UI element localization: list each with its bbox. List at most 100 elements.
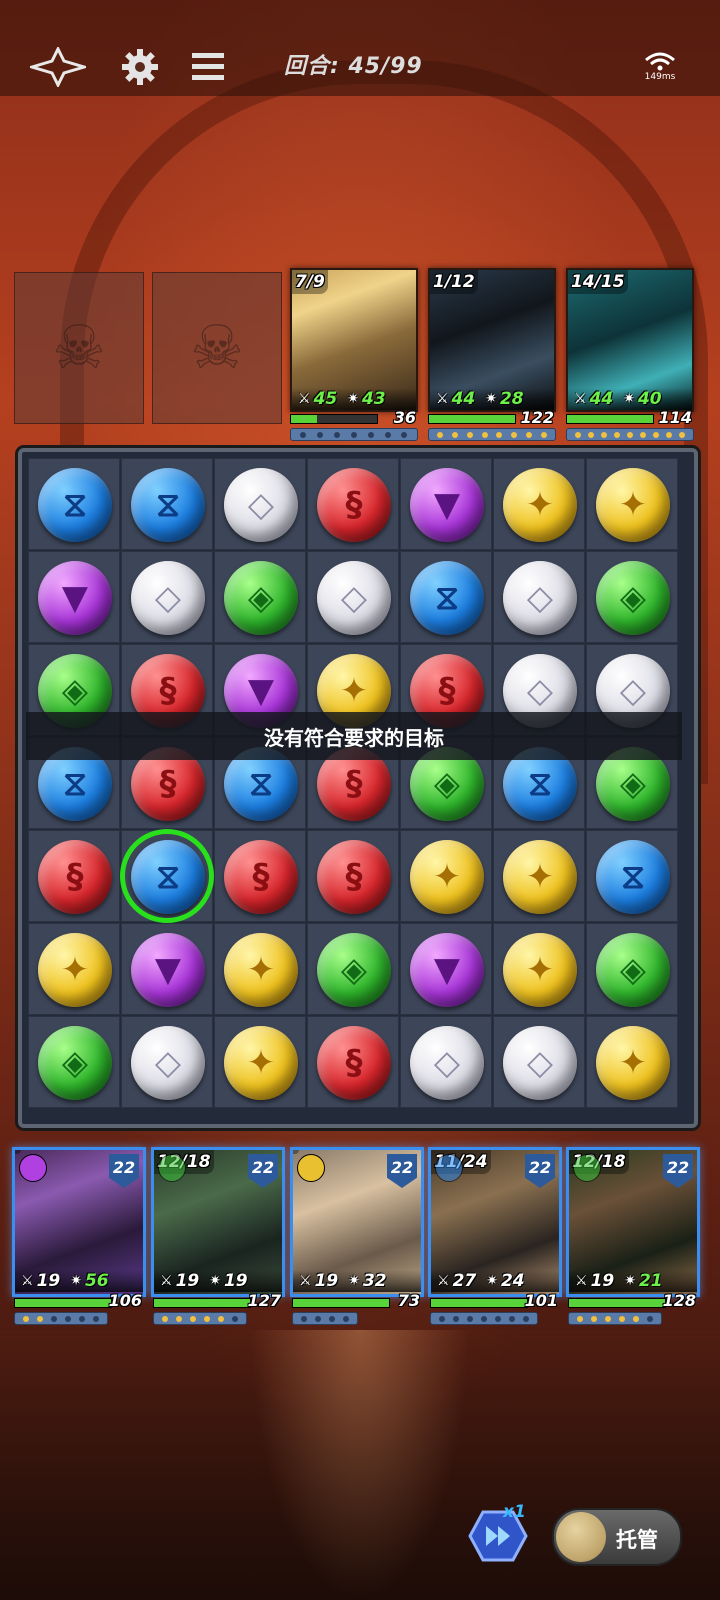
red-orb[interactable]: § (224, 840, 298, 914)
enemy-card[interactable]: 7/9 ⚔ 45 ✷ 43 (290, 268, 418, 412)
yellow-orb[interactable]: ✦ (503, 840, 577, 914)
blue-orb[interactable]: ⧖ (596, 840, 670, 914)
shield-icon: ✷ (347, 391, 359, 407)
board-cell[interactable]: ▼ (121, 923, 213, 1015)
blue-orb[interactable]: ⧖ (410, 561, 484, 635)
yellow-orb[interactable]: ✦ (503, 468, 577, 542)
board-cell[interactable]: ◈ (586, 551, 678, 643)
board-cell[interactable]: ⧖ (121, 458, 213, 550)
hero-card[interactable]: 12/18 22 ⚔ 19 ✷ 21 (566, 1147, 700, 1297)
skill-dot (190, 1315, 196, 1322)
enemy-card[interactable]: 14/15 ⚔ 44 ✷ 40 (566, 268, 694, 412)
board-cell[interactable]: ◇ (400, 1016, 492, 1108)
board-cell[interactable]: ◇ (214, 458, 306, 550)
board-cell[interactable]: ▼ (400, 923, 492, 1015)
yellow-orb[interactable]: ✦ (410, 840, 484, 914)
white-orb[interactable]: ◇ (503, 1026, 577, 1100)
hero-card[interactable]: 22 ⚔ 19 ✷ 56 (12, 1147, 146, 1297)
white-orb[interactable]: ◇ (503, 561, 577, 635)
enemy-hp-fill (429, 415, 515, 423)
board-cell[interactable]: ▼ (400, 458, 492, 550)
white-orb[interactable]: ◇ (224, 468, 298, 542)
skill-dot (540, 431, 547, 438)
board-cell[interactable]: ✦ (214, 923, 306, 1015)
board-cell[interactable]: ◈ (28, 1016, 120, 1108)
board-cell[interactable]: ◈ (214, 551, 306, 643)
element-icon (297, 1154, 325, 1182)
gear-icon[interactable] (112, 42, 168, 92)
white-orb[interactable]: ◇ (131, 1026, 205, 1100)
board-cell[interactable]: ▼ (28, 551, 120, 643)
white-orb[interactable]: ◇ (410, 1026, 484, 1100)
green-orb[interactable]: ◈ (224, 561, 298, 635)
board-cell[interactable]: ✦ (400, 830, 492, 922)
blue-orb[interactable]: ⧖ (131, 468, 205, 542)
board-cell[interactable]: ◇ (493, 551, 585, 643)
board-cell[interactable]: ◇ (493, 1016, 585, 1108)
hero-stats: ⚔ 19 ✷ 19 (154, 1270, 282, 1292)
skill-dot (613, 431, 620, 438)
skill-dot (384, 431, 391, 438)
red-orb[interactable]: § (38, 840, 112, 914)
hero-card[interactable]: 12/18 22 ⚔ 19 ✷ 19 (151, 1147, 285, 1297)
yellow-orb[interactable]: ✦ (224, 933, 298, 1007)
board-cell[interactable]: ⧖ (400, 551, 492, 643)
auto-play-button[interactable]: 托管 (552, 1508, 682, 1566)
board-cell[interactable]: ◈ (586, 923, 678, 1015)
board-cell[interactable]: ✦ (493, 923, 585, 1015)
purple-orb[interactable]: ▼ (38, 561, 112, 635)
board-cell[interactable]: § (307, 1016, 399, 1108)
red-orb[interactable]: § (317, 840, 391, 914)
hero-card[interactable]: 11/24 22 ⚔ 27 ✷ 24 (428, 1147, 562, 1297)
red-orb[interactable]: § (317, 1026, 391, 1100)
white-orb[interactable]: ◇ (131, 561, 205, 635)
yellow-orb[interactable]: ✦ (596, 1026, 670, 1100)
board-cell[interactable]: § (214, 830, 306, 922)
board-cell[interactable]: ✦ (493, 458, 585, 550)
board-cell[interactable]: ✦ (493, 830, 585, 922)
board-cell[interactable]: ✦ (28, 923, 120, 1015)
sword-icon: ⚔ (436, 391, 449, 407)
white-orb[interactable]: ◇ (317, 561, 391, 635)
blue-orb[interactable]: ⧖ (38, 468, 112, 542)
board-cell[interactable]: ◇ (121, 1016, 213, 1108)
board-cell[interactable]: ✦ (586, 1016, 678, 1108)
purple-orb[interactable]: ▼ (410, 933, 484, 1007)
board-cell[interactable]: ✦ (586, 458, 678, 550)
skill-dot (162, 1315, 168, 1322)
hero-hp-bar (292, 1298, 390, 1308)
hamburger-menu-icon[interactable] (180, 42, 236, 92)
enemy-card[interactable]: 1/12 ⚔ 44 ✷ 28 (428, 268, 556, 412)
purple-orb[interactable]: ▼ (131, 933, 205, 1007)
skill-dot (334, 431, 341, 438)
board-cell[interactable]: § (307, 458, 399, 550)
green-orb[interactable]: ◈ (38, 1026, 112, 1100)
green-orb[interactable]: ◈ (317, 933, 391, 1007)
hero-defense: 19 (223, 1271, 248, 1291)
hero-card[interactable]: 22 ⚔ 19 ✷ 32 (290, 1147, 424, 1297)
board-cell[interactable]: ◇ (121, 551, 213, 643)
shield-icon: ✷ (486, 1273, 498, 1289)
board-cell[interactable]: ⧖ (586, 830, 678, 922)
sparkle-arrow-icon[interactable] (30, 42, 86, 92)
green-orb[interactable]: ◈ (596, 561, 670, 635)
yellow-orb[interactable]: ✦ (503, 933, 577, 1007)
purple-orb[interactable]: ▼ (410, 468, 484, 542)
skill-dot (439, 1315, 445, 1322)
board-cell[interactable]: § (28, 830, 120, 922)
element-icon (158, 1154, 186, 1182)
board-cell[interactable]: ✦ (214, 1016, 306, 1108)
board-cell[interactable]: ◈ (307, 923, 399, 1015)
empty-enemy-slot: ☠ (152, 272, 282, 424)
red-orb[interactable]: § (317, 468, 391, 542)
board-cell[interactable]: § (307, 830, 399, 922)
yellow-orb[interactable]: ✦ (38, 933, 112, 1007)
yellow-orb[interactable]: ✦ (596, 468, 670, 542)
board-cell[interactable]: ⧖ (28, 458, 120, 550)
yellow-orb[interactable]: ✦ (224, 1026, 298, 1100)
hero-stats: ⚔ 19 ✷ 21 (569, 1270, 697, 1292)
board-cell[interactable]: ◇ (307, 551, 399, 643)
skill-dot (577, 1315, 583, 1322)
hero-skill-dots (14, 1312, 108, 1325)
green-orb[interactable]: ◈ (596, 933, 670, 1007)
